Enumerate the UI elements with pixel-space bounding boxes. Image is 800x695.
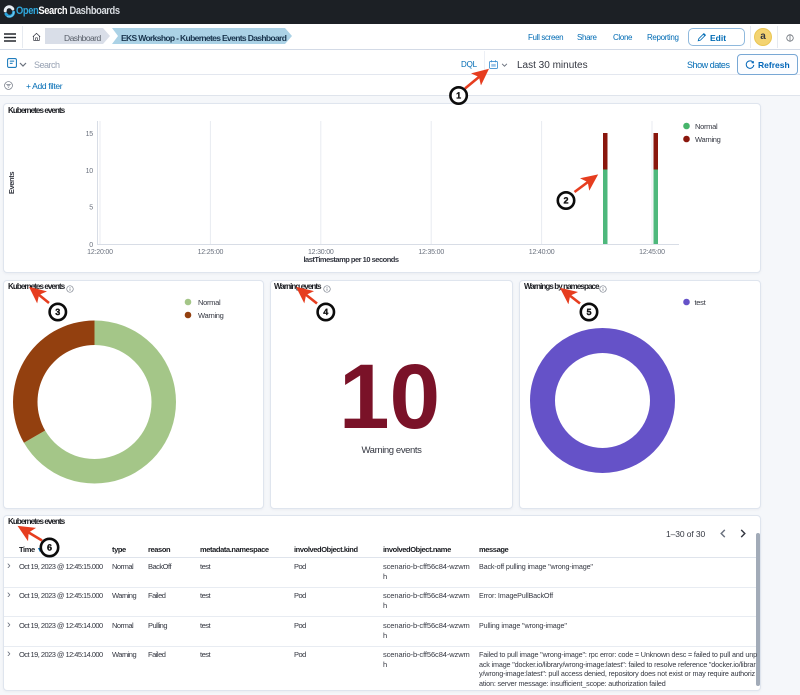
svg-text:test: test [695, 298, 707, 307]
svg-text:15: 15 [86, 131, 94, 138]
svg-text:Warning: Warning [695, 135, 721, 144]
svg-text:12:35:00: 12:35:00 [418, 249, 444, 256]
svg-text:10: 10 [86, 168, 94, 175]
svg-text:Warning: Warning [198, 311, 224, 320]
svg-text:12:20:00: 12:20:00 [87, 249, 113, 256]
svg-text:12:25:00: 12:25:00 [198, 249, 224, 256]
svg-text:5: 5 [89, 205, 93, 212]
svg-text:Events: Events [7, 172, 16, 194]
svg-text:12:40:00: 12:40:00 [529, 249, 555, 256]
svg-text:12:45:00: 12:45:00 [639, 249, 665, 256]
svg-text:0: 0 [89, 242, 93, 249]
svg-text:Normal: Normal [198, 298, 221, 307]
svg-text:Normal: Normal [695, 122, 718, 131]
svg-text:lastTimestamp per 10 seconds: lastTimestamp per 10 seconds [303, 255, 398, 264]
